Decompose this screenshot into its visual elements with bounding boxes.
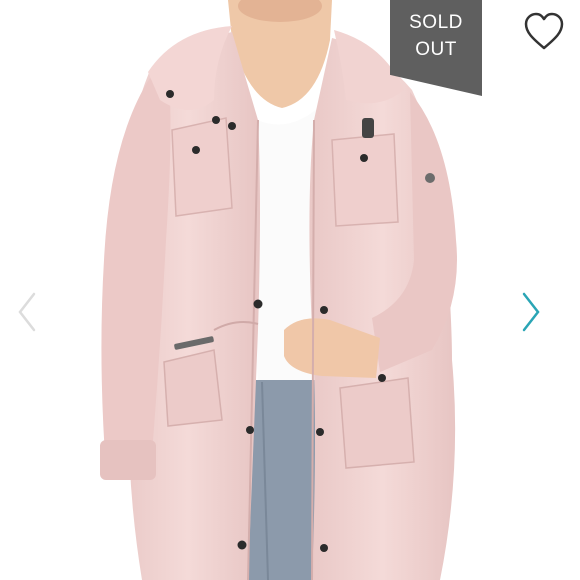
next-image-button[interactable] — [518, 288, 546, 336]
product-photo — [100, 0, 457, 580]
previous-image-button[interactable] — [12, 288, 40, 336]
chevron-left-icon — [18, 292, 36, 332]
heart-outline-icon — [524, 12, 564, 50]
like-button[interactable] — [520, 10, 568, 54]
product-image-viewer: SOLD OUT — [0, 0, 580, 580]
badge-line-1: SOLD — [409, 12, 463, 33]
chevron-right-icon — [522, 292, 540, 332]
badge-line-2: OUT — [415, 39, 457, 60]
